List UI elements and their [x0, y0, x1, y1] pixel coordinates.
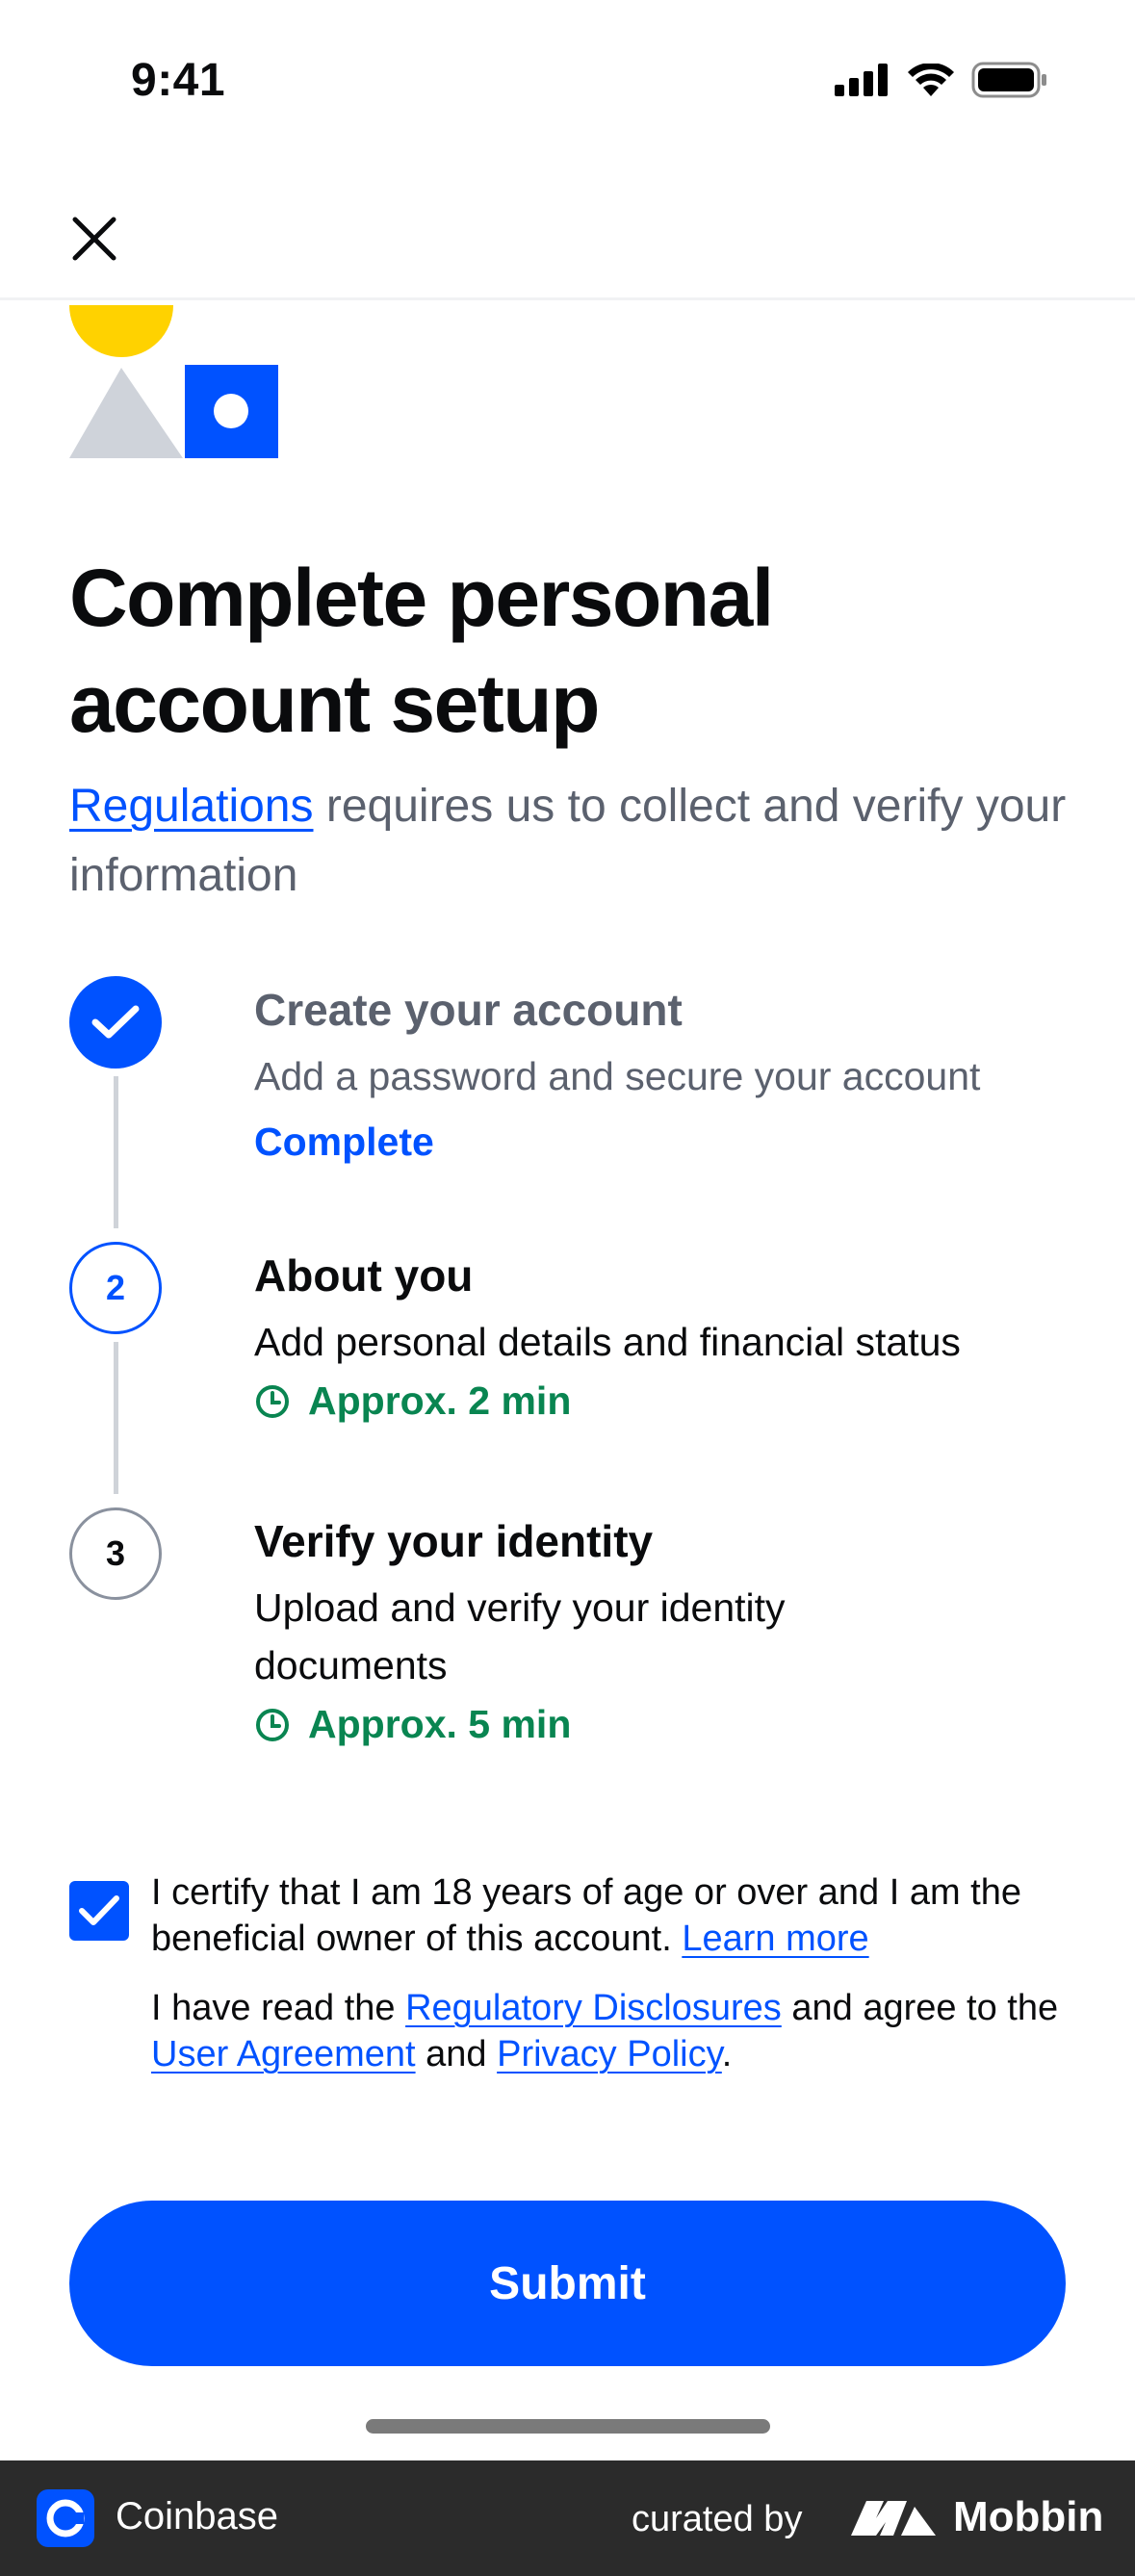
- cellular-signal-icon: [835, 64, 888, 96]
- step-1-title: Create your account: [254, 985, 683, 1035]
- page-title: Complete personal account setup: [69, 553, 774, 749]
- step-2-title: About you: [254, 1250, 474, 1301]
- submit-button[interactable]: Submit: [69, 2201, 1066, 2366]
- privacy-policy-link[interactable]: Privacy Policy: [497, 2034, 722, 2074]
- mobbin-brand-name: Mobbin: [953, 2493, 1104, 2540]
- step-1-status: Complete: [254, 1120, 434, 1165]
- user-agreement-link[interactable]: User Agreement: [151, 2034, 416, 2074]
- close-button[interactable]: [60, 204, 129, 273]
- agreement-text-part: .: [721, 2034, 733, 2074]
- footer-curated-by: curated by: [632, 2499, 803, 2539]
- step-3-description: Upload and verify your identity document…: [254, 1585, 786, 1687]
- white-dot-shape: [214, 394, 248, 428]
- step-2-indicator: 2: [69, 1242, 162, 1334]
- home-indicator: [366, 2419, 770, 2434]
- certify-statement: I certify that I am 18 years of age or o…: [151, 1872, 1022, 1959]
- step-2-status-label: Approx. 2 min: [308, 1378, 572, 1423]
- step-connector: [114, 1076, 118, 1228]
- wifi-icon: [908, 64, 954, 96]
- agreement-text-part: and: [415, 2034, 498, 2074]
- step-3-status: Approx. 5 min: [254, 1702, 571, 1747]
- grey-triangle-shape: [69, 368, 183, 458]
- page-subtitle: Regulations requires us to collect and v…: [69, 772, 1080, 911]
- step-2-description: Add personal details and financial statu…: [254, 1320, 961, 1364]
- checkmark-icon: [91, 1005, 140, 1039]
- step-2-status: Approx. 2 min: [254, 1378, 571, 1424]
- step-3-title: Verify your identity: [254, 1516, 654, 1566]
- certify-text: I certify that I am 18 years of age or o…: [151, 1869, 1075, 1962]
- footer-bar: Coinbase curated by Mobbin: [0, 2460, 1135, 2576]
- footer-app-name: Coinbase: [116, 2495, 279, 2537]
- close-icon: [72, 217, 116, 261]
- step-3-indicator: 3: [69, 1507, 162, 1600]
- status-time: 9:41: [131, 55, 226, 106]
- yellow-circle-shape: [69, 305, 173, 357]
- status-icons: [835, 62, 1048, 98]
- learn-more-link[interactable]: Learn more: [682, 1919, 868, 1959]
- step-1-indicator: [69, 976, 162, 1069]
- agreement-text-part: and agree to the: [781, 1988, 1059, 2028]
- regulatory-disclosures-link[interactable]: Regulatory Disclosures: [405, 1988, 782, 2028]
- clock-icon: [256, 1384, 289, 1418]
- status-bar: 9:41: [0, 0, 1135, 164]
- mobbin-logo-icon: [851, 2501, 936, 2536]
- agreement-text-part: I have read the: [151, 1988, 406, 2028]
- battery-icon: [971, 62, 1046, 98]
- clock-icon: [256, 1708, 289, 1741]
- coinbase-logo-icon: [37, 2489, 94, 2547]
- setup-illustration: [69, 305, 278, 458]
- checkmark-icon: [79, 1895, 119, 1925]
- certify-checkbox[interactable]: [69, 1881, 129, 1941]
- step-connector: [114, 1342, 118, 1494]
- step-1-status-label: Complete: [254, 1120, 434, 1164]
- agreement-text: I have read the Regulatory Disclosures a…: [151, 1985, 1075, 2077]
- header: [0, 164, 1135, 300]
- step-3-status-label: Approx. 5 min: [308, 1702, 572, 1746]
- regulations-link[interactable]: Regulations: [69, 781, 314, 832]
- mobbin-brand: Mobbin: [851, 2493, 1103, 2541]
- step-1-description: Add a password and secure your account: [254, 1054, 981, 1098]
